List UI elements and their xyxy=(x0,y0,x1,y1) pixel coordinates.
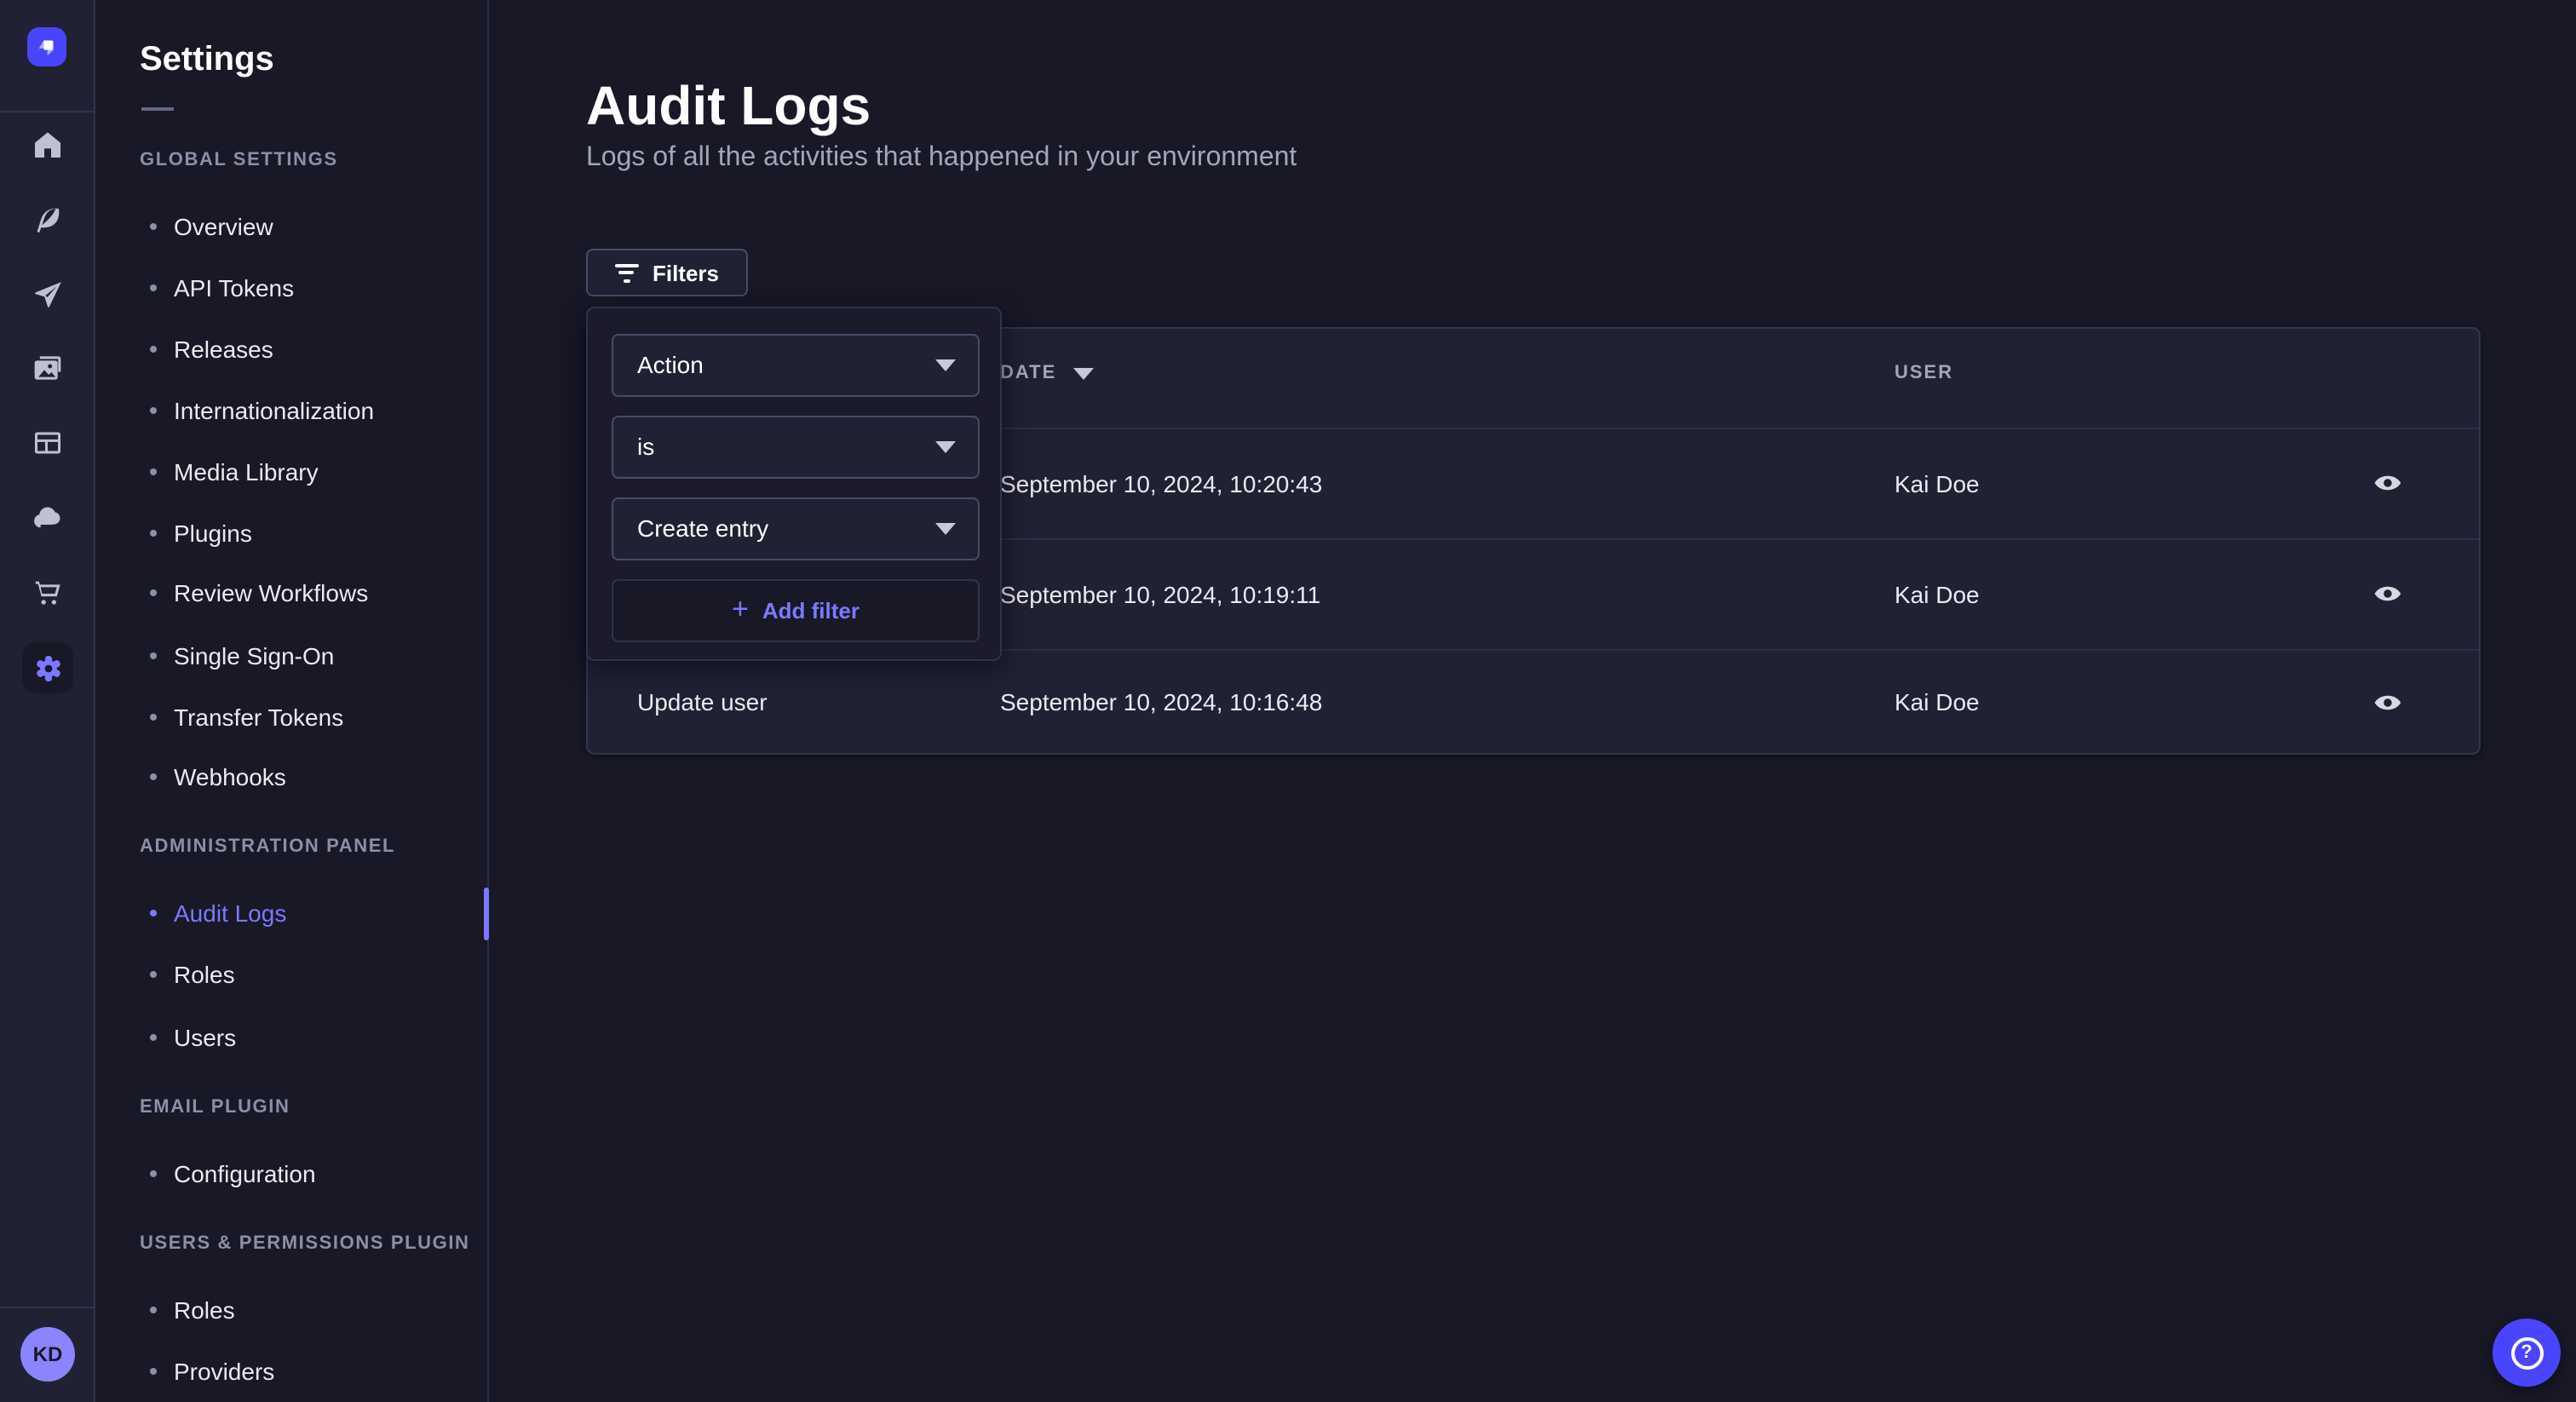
sidebar-item-media-library[interactable]: Media Library xyxy=(150,457,319,487)
add-filter-button[interactable]: + Add filter xyxy=(612,578,980,641)
bullet-icon xyxy=(150,468,157,475)
sidebar-title-rule xyxy=(141,107,174,111)
chevron-down-icon xyxy=(935,359,956,371)
bullet-icon xyxy=(150,346,157,353)
question-mark-icon: ? xyxy=(2510,1336,2543,1369)
bullet-icon xyxy=(150,652,157,659)
table-row[interactable]: Update user September 10, 2024, 10:16:48… xyxy=(588,649,2479,755)
feather-icon[interactable] xyxy=(31,203,65,237)
sidebar-item-audit-logs[interactable]: Audit Logs xyxy=(150,898,286,928)
rail-divider xyxy=(0,111,95,112)
sidebar-item-single-sign-on[interactable]: Single Sign-On xyxy=(150,641,334,671)
strapi-logo-icon xyxy=(34,34,60,60)
bullet-icon xyxy=(150,714,157,721)
bullet-icon xyxy=(150,1170,157,1177)
filters-popover: Action is Create entry + Add filter xyxy=(586,307,1002,661)
layout-icon[interactable] xyxy=(31,426,65,460)
active-item-indicator xyxy=(483,888,488,940)
sidebar-title: Settings xyxy=(140,41,274,80)
media-library-icon[interactable] xyxy=(31,351,65,385)
cell-user: Kai Doe xyxy=(1895,469,1980,497)
home-icon[interactable] xyxy=(31,128,65,162)
cell-date: September 10, 2024, 10:19:11 xyxy=(1000,580,1320,607)
column-header-date[interactable]: DATE xyxy=(1000,363,1094,383)
filter-operator-select[interactable]: is xyxy=(612,415,980,478)
gear-icon xyxy=(32,652,64,684)
app-window: KD Settings GLOBAL SETTINGS Overview API… xyxy=(0,0,2576,1402)
cell-date: September 10, 2024, 10:16:48 xyxy=(1000,688,1322,715)
sidebar-item-transfer-tokens[interactable]: Transfer Tokens xyxy=(150,702,343,733)
settings-nav-item[interactable] xyxy=(22,642,73,693)
view-details-button[interactable] xyxy=(2365,572,2409,616)
sidebar-item-up-roles[interactable]: Roles xyxy=(150,1295,235,1325)
bullet-icon xyxy=(150,407,157,414)
sidebar-item-api-tokens[interactable]: API Tokens xyxy=(150,273,294,303)
filter-icon xyxy=(615,263,639,282)
bullet-icon xyxy=(150,971,157,978)
section-email-plugin: EMAIL PLUGIN xyxy=(140,1097,290,1118)
column-header-user[interactable]: USER xyxy=(1895,363,1953,383)
help-button[interactable]: ? xyxy=(2493,1319,2561,1387)
caret-down-icon xyxy=(1073,367,1094,379)
strapi-logo[interactable] xyxy=(27,27,66,66)
rail-divider xyxy=(0,1307,95,1308)
cell-date: September 10, 2024, 10:20:43 xyxy=(1000,469,1322,497)
eye-icon xyxy=(2371,577,2403,610)
eye-icon xyxy=(2371,686,2403,718)
cart-icon[interactable] xyxy=(31,576,65,610)
view-details-button[interactable] xyxy=(2365,461,2409,505)
section-users-permissions-plugin: USERS & PERMISSIONS PLUGIN xyxy=(140,1233,470,1254)
cell-action: Update user xyxy=(637,688,768,715)
sidebar-item-plugins[interactable]: Plugins xyxy=(150,518,252,549)
cell-user: Kai Doe xyxy=(1895,580,1980,607)
bullet-icon xyxy=(150,1368,157,1375)
plus-icon: + xyxy=(732,594,749,623)
filter-field-select[interactable]: Action xyxy=(612,333,980,396)
bullet-icon xyxy=(150,1307,157,1313)
sidebar-item-email-configuration[interactable]: Configuration xyxy=(150,1158,316,1189)
chevron-down-icon xyxy=(935,522,956,534)
sidebar-item-overview[interactable]: Overview xyxy=(150,211,273,242)
bullet-icon xyxy=(150,1034,157,1041)
view-details-button[interactable] xyxy=(2365,680,2409,724)
page-subtitle: Logs of all the activities that happened… xyxy=(586,143,1297,174)
sidebar-item-webhooks[interactable]: Webhooks xyxy=(150,761,286,792)
sidebar-item-admin-users[interactable]: Users xyxy=(150,1022,236,1053)
paper-plane-icon[interactable] xyxy=(31,278,65,312)
bullet-icon xyxy=(150,910,157,916)
bullet-icon xyxy=(150,530,157,537)
section-administration-panel: ADMINISTRATION PANEL xyxy=(140,836,395,857)
settings-sidebar: Settings GLOBAL SETTINGS Overview API To… xyxy=(95,0,489,1402)
user-avatar[interactable]: KD xyxy=(20,1327,75,1382)
cloud-icon[interactable] xyxy=(31,501,65,535)
chevron-down-icon xyxy=(935,440,956,452)
main-nav-rail: KD xyxy=(0,0,95,1402)
eye-icon xyxy=(2371,467,2403,499)
page-title: Audit Logs xyxy=(586,75,871,138)
sidebar-item-up-providers[interactable]: Providers xyxy=(150,1356,274,1387)
filter-value-select[interactable]: Create entry xyxy=(612,497,980,560)
bullet-icon xyxy=(150,284,157,291)
sidebar-item-admin-roles[interactable]: Roles xyxy=(150,959,235,990)
cell-user: Kai Doe xyxy=(1895,688,1980,715)
sidebar-item-internationalization[interactable]: Internationalization xyxy=(150,395,374,426)
section-global-settings: GLOBAL SETTINGS xyxy=(140,150,338,170)
bullet-icon xyxy=(150,773,157,780)
sidebar-item-releases[interactable]: Releases xyxy=(150,334,273,365)
bullet-icon xyxy=(150,589,157,596)
sidebar-item-review-workflows[interactable]: Review Workflows xyxy=(150,577,368,608)
bullet-icon xyxy=(150,223,157,230)
filters-button[interactable]: Filters xyxy=(586,249,748,296)
